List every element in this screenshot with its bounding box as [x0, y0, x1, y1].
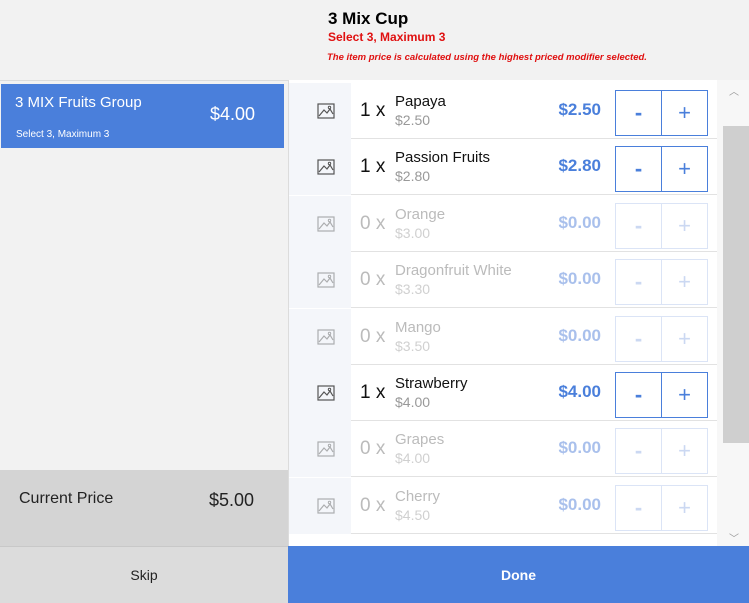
chevron-up-icon[interactable]: ︿: [729, 83, 739, 98]
modifier-list: 1 x Papaya $2.50 $2.50- +1 x Passion Fruits $2…: [288, 80, 749, 546]
modifier-base-price: $4.50: [395, 506, 431, 523]
modifier-row[interactable]: 0 x Grapes $4.00 $0.00- +: [289, 421, 717, 478]
modifier-base-price: $3.50: [395, 337, 431, 354]
modifier-total-price: $2.50: [558, 100, 601, 119]
modifier-row[interactable]: 0 x Mango $3.50 $0.00- +: [289, 308, 717, 365]
current-price-panel: Current Price $5.00: [0, 470, 288, 546]
increment-button[interactable]: +: [661, 202, 708, 249]
image-placeholder-icon: [317, 498, 335, 514]
modifier-name: Strawberry: [395, 375, 468, 392]
image-placeholder-icon: [317, 159, 335, 175]
decrement-button[interactable]: -: [615, 372, 662, 418]
decrement-button[interactable]: -: [615, 484, 662, 531]
modifier-quantity: 0 x: [360, 438, 386, 460]
group-name: 3 MIX Fruits Group: [15, 94, 142, 111]
modifier-quantity: 1 x: [360, 156, 386, 178]
modifier-total-price: $0.00: [558, 494, 601, 514]
modifier-row[interactable]: 1 x Passion Fruits $2.80 $2.80- +: [289, 139, 717, 196]
increment-button[interactable]: +: [661, 428, 708, 475]
group-rule: Select 3, Maximum 3: [16, 129, 110, 140]
modifier-name: Papaya: [395, 93, 446, 110]
image-placeholder-icon: [317, 216, 335, 232]
increment-button[interactable]: +: [661, 90, 708, 136]
modifier-base-price: $2.50: [395, 112, 431, 128]
increment-button[interactable]: +: [661, 484, 708, 531]
increment-button[interactable]: +: [661, 259, 708, 306]
modifier-row[interactable]: 0 x Orange $3.00 $0.00- +: [289, 195, 717, 252]
scroll-thumb[interactable]: [723, 126, 749, 443]
decrement-button[interactable]: -: [615, 202, 662, 249]
modifier-total-price: $2.80: [558, 156, 601, 176]
done-button[interactable]: Done: [288, 546, 749, 603]
modifier-base-price: $3.00: [395, 224, 431, 241]
scrollbar[interactable]: ︿ ﹀: [717, 80, 749, 546]
group-price: $4.00: [209, 104, 255, 124]
modifier-quantity: 0 x: [360, 325, 386, 347]
modifier-name: Dragonfruit White: [395, 262, 512, 280]
modifier-row[interactable]: 1 x Strawberry $4.00 $4.00- +: [289, 365, 717, 421]
image-placeholder-icon: [317, 385, 335, 401]
modifier-quantity: 1 x: [360, 100, 386, 121]
image-placeholder-icon: [317, 441, 335, 457]
modifier-quantity: 1 x: [360, 382, 386, 403]
current-price-value: $5.00: [208, 490, 254, 510]
modifier-name: Passion Fruits: [395, 149, 491, 167]
increment-button[interactable]: +: [661, 146, 708, 193]
modifier-row[interactable]: 0 x Cherry $4.50 $0.00- +: [289, 477, 717, 534]
decrement-button[interactable]: -: [615, 315, 662, 362]
modifier-total-price: $0.00: [558, 325, 601, 345]
modifier-name: Grapes: [395, 431, 445, 449]
increment-button[interactable]: +: [661, 315, 708, 362]
image-placeholder-icon: [317, 103, 335, 119]
current-price-label: Current Price: [19, 490, 114, 507]
image-placeholder-icon: [317, 272, 335, 288]
pricing-note: The item price is calculated using the h…: [327, 52, 647, 63]
decrement-button[interactable]: -: [615, 428, 662, 475]
modifier-base-price: $2.80: [395, 168, 431, 185]
modifier-group-card[interactable]: 3 MIX Fruits Group $4.00 Select 3, Maxim…: [1, 84, 284, 148]
modifier-name: Orange: [395, 205, 446, 223]
skip-button[interactable]: Skip: [0, 546, 288, 603]
modifier-name: Mango: [395, 318, 441, 336]
modifier-total-price: $0.00: [558, 212, 601, 232]
selection-rule: Select 3, Maximum 3: [328, 30, 446, 44]
modifier-base-price: $3.30: [395, 281, 431, 298]
modifier-total-price: $0.00: [558, 269, 601, 289]
increment-button[interactable]: +: [661, 372, 708, 418]
decrement-button[interactable]: -: [615, 146, 662, 193]
modifier-base-price: $4.00: [395, 394, 431, 410]
modifier-row[interactable]: 0 x Dragonfruit White $3.30 $0.00- +: [289, 252, 717, 309]
modifier-name: Cherry: [395, 487, 441, 505]
image-placeholder-icon: [317, 328, 335, 345]
modifier-row[interactable]: 1 x Papaya $2.50 $2.50- +: [289, 83, 717, 139]
page-title: 3 Mix Cup: [328, 9, 409, 28]
modifier-quantity: 0 x: [360, 212, 386, 234]
modifier-quantity: 0 x: [360, 494, 386, 516]
decrement-button[interactable]: -: [615, 259, 662, 306]
modifier-base-price: $4.00: [395, 450, 431, 467]
chevron-down-icon[interactable]: ﹀: [729, 530, 739, 545]
modifier-total-price: $0.00: [558, 438, 601, 458]
modifier-total-price: $4.00: [558, 382, 601, 401]
decrement-button[interactable]: -: [615, 90, 662, 136]
header: 3 Mix Cup Select 3, Maximum 3 The item p…: [0, 0, 749, 80]
modifier-quantity: 0 x: [360, 269, 386, 291]
